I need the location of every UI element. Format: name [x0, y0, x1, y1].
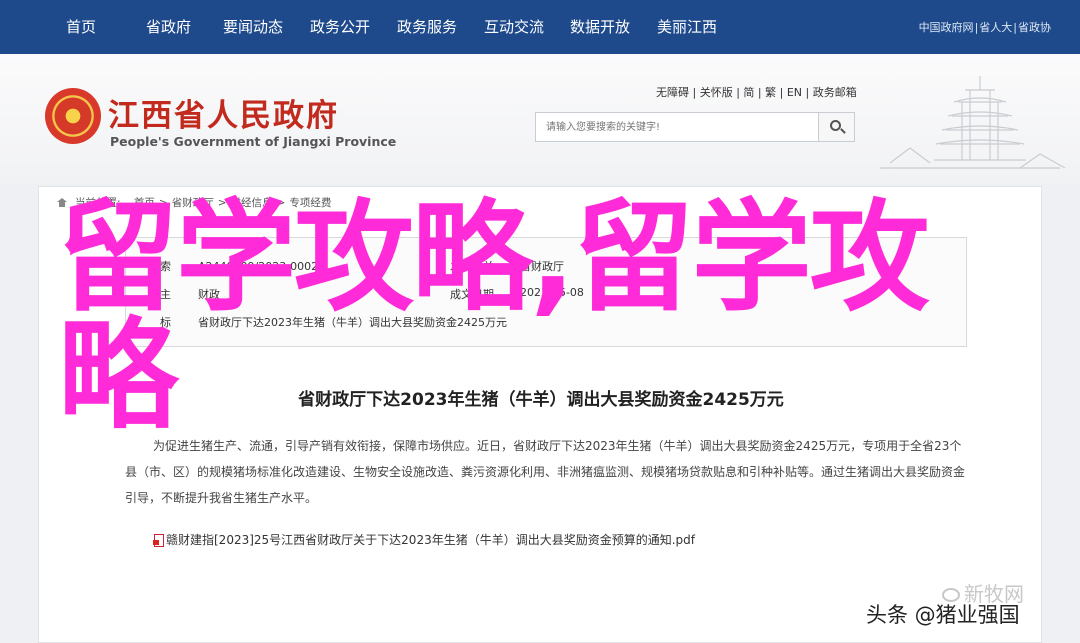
site-subtitle: People's Government of Jiangxi Province [110, 134, 397, 149]
pdf-icon [153, 534, 164, 547]
attachment-filename[interactable]: 赣财建指[2023]25号江西省财政厅关于下达2023年生猪（牛羊）调出大县奖励… [166, 533, 695, 547]
nav-province-government[interactable]: 省政府 [146, 17, 191, 37]
search-input[interactable] [536, 113, 818, 141]
top-nav: 首页 省政府 要闻动态 政务公开 政务服务 互动交流 数据开放 美丽江西 中国政… [0, 0, 1080, 54]
article-body: 为促进生猪生产、流通，引导产销有效衔接，保障市场供应。近日，省财政厅下达2023… [125, 439, 966, 505]
nav-beautiful-jiangxi[interactable]: 美丽江西 [657, 17, 717, 37]
search-button[interactable] [818, 113, 854, 141]
nav-home[interactable]: 首页 [66, 17, 96, 37]
nav-open-data[interactable]: 数据开放 [570, 17, 630, 37]
link-traditional[interactable]: 繁 [765, 86, 776, 99]
watermark-toutiao: 头条 @猪业强国 [866, 603, 1020, 627]
top-links: 中国政府网|省人大|省政协 [918, 21, 1051, 34]
nav-news[interactable]: 要闻动态 [223, 17, 283, 37]
site-header: 江西省人民政府 People's Government of Jiangxi P… [0, 54, 1080, 184]
link-provincial-congress[interactable]: 省人大 [979, 21, 1012, 34]
link-care-mode[interactable]: 关怀版 [700, 86, 733, 99]
overlay-text: 留学攻略,留学攻略 [58, 189, 930, 446]
link-accessibility[interactable]: 无障碍 [656, 86, 689, 99]
attachment-link[interactable]: 赣财建指[2023]25号江西省财政厅关于下达2023年生猪（牛羊）调出大县奖励… [153, 531, 695, 548]
link-china-gov[interactable]: 中国政府网 [919, 21, 974, 34]
national-emblem-logo [45, 88, 101, 144]
link-gov-mail[interactable]: 政务邮箱 [813, 86, 857, 99]
link-simplified[interactable]: 简 [743, 86, 754, 99]
search-box [535, 112, 855, 142]
pagoda-illustration [880, 76, 1066, 169]
nav-government-affairs[interactable]: 政务公开 [310, 17, 370, 37]
link-cppcc[interactable]: 省政协 [1018, 21, 1051, 34]
utility-links: 无障碍 | 关怀版 | 简 | 繁 | EN | 政务邮箱 [656, 86, 857, 99]
site-title[interactable]: 江西省人民政府 [108, 90, 339, 135]
nav-services[interactable]: 政务服务 [397, 17, 457, 37]
link-english[interactable]: EN [787, 86, 802, 99]
nav-interaction[interactable]: 互动交流 [484, 17, 544, 37]
